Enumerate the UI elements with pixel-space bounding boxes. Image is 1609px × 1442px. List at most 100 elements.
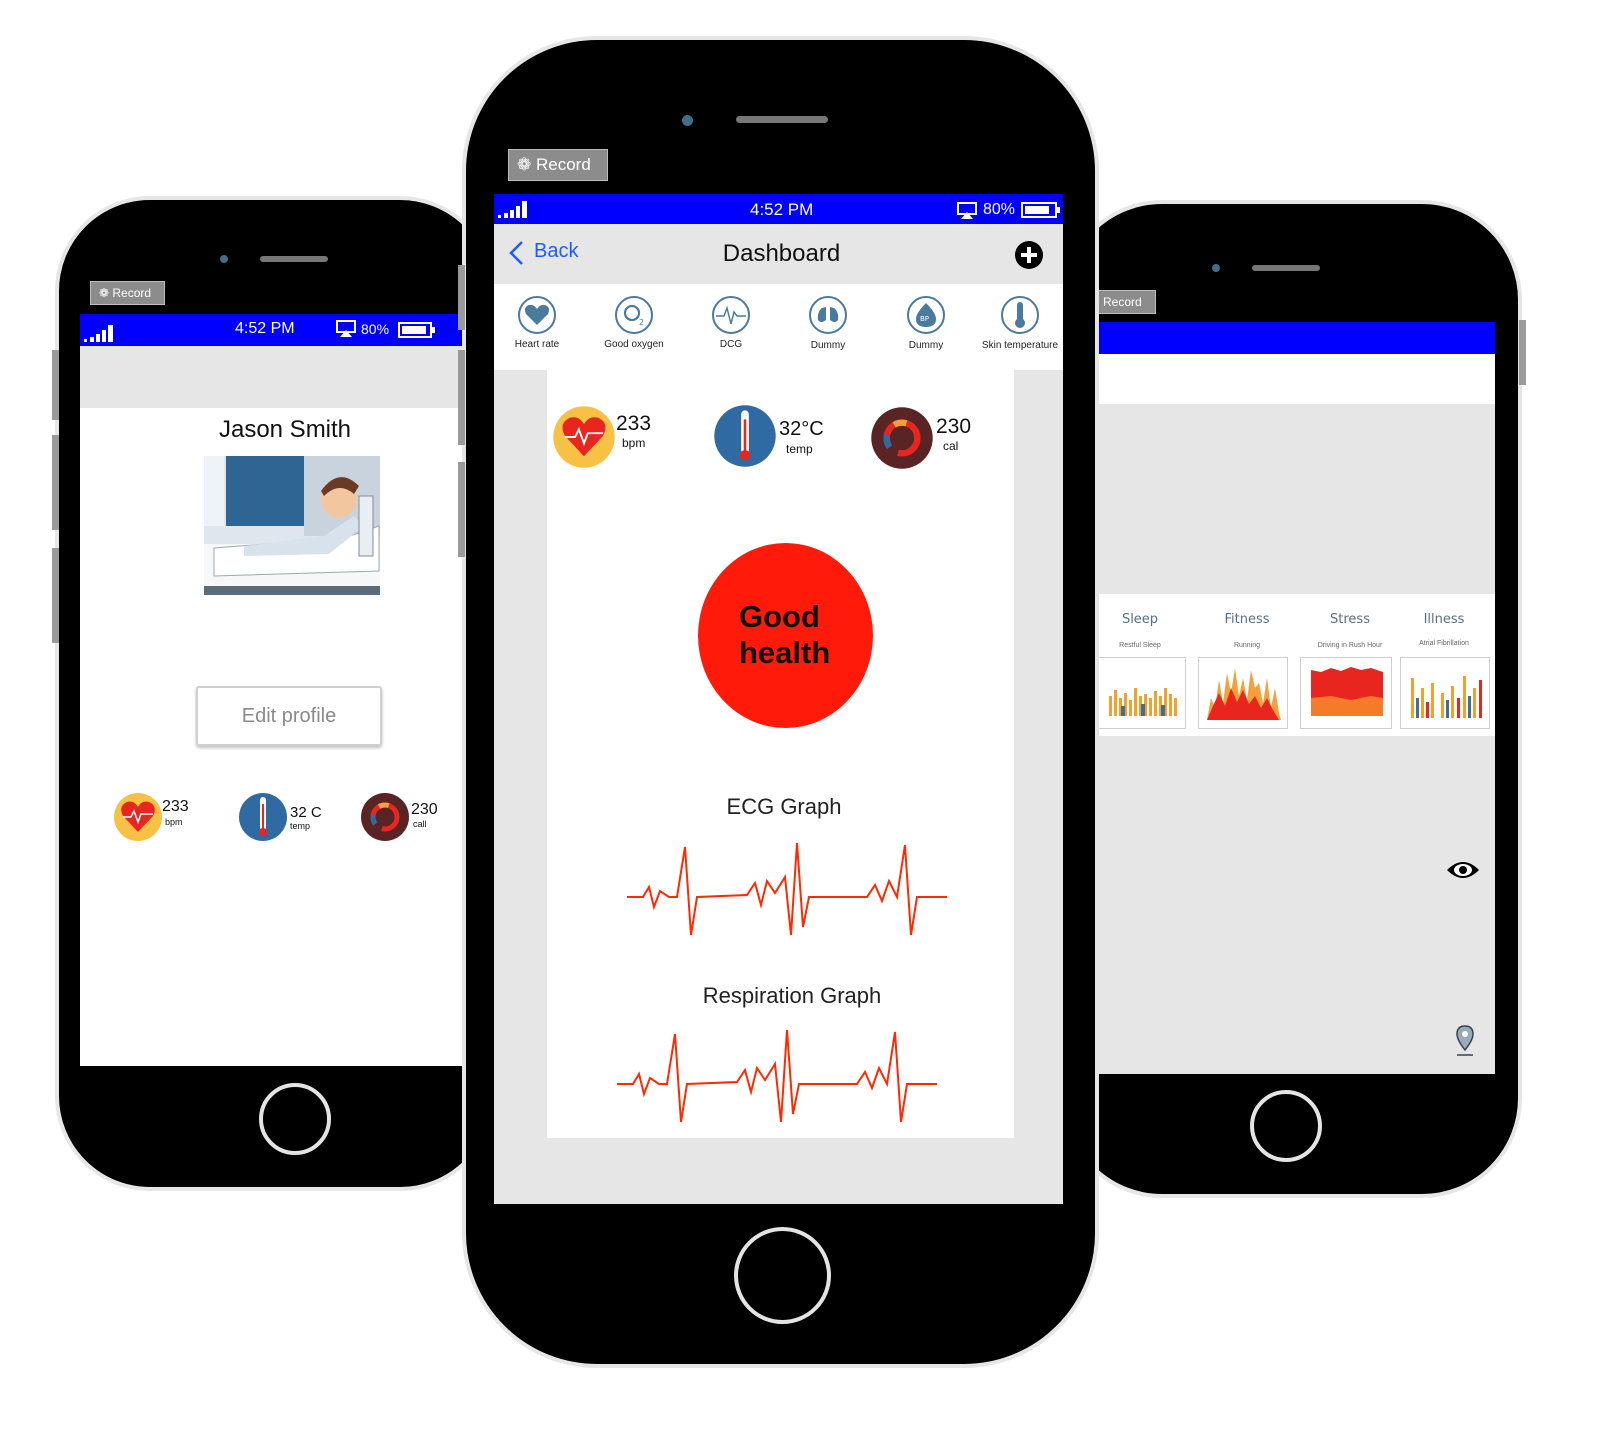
ecg-icon xyxy=(716,305,746,325)
location-pin-icon[interactable] xyxy=(1455,1024,1475,1058)
signal-icon xyxy=(84,325,113,342)
battery-icon xyxy=(398,322,435,338)
sensor-tab-dummy-bp[interactable]: BP Dummy xyxy=(883,284,979,364)
eye-icon[interactable] xyxy=(1445,857,1481,883)
metric-unit: bpm xyxy=(165,817,183,827)
stress-chart xyxy=(1311,667,1383,716)
sensor-tab-dcg[interactable]: DCG xyxy=(688,284,784,364)
sensor-tab-label: DCG xyxy=(719,339,743,350)
metric-value: 230 xyxy=(936,415,972,438)
sensor-tab-skin-temperature[interactable]: Skin temperature xyxy=(977,284,1063,364)
category-title: Sleep xyxy=(1121,612,1159,627)
battery-percent: 80% xyxy=(983,201,1016,218)
health-status-line1: Good xyxy=(739,599,820,634)
battery-percent: 80% xyxy=(361,321,390,337)
sensor-tab-label: Good oxygen xyxy=(604,339,664,350)
metric-unit: call xyxy=(413,819,427,829)
page-title: Dashboard xyxy=(722,240,841,267)
health-status-indicator[interactable]: Good health xyxy=(698,543,873,728)
sleep-chart xyxy=(1109,688,1177,716)
fitness-chart-card[interactable] xyxy=(1198,657,1288,729)
illness-chart-card[interactable] xyxy=(1400,657,1490,729)
ecg-graph-title: ECG Graph xyxy=(726,794,842,819)
left-phone-home-button[interactable] xyxy=(259,1083,331,1155)
patient-photo xyxy=(204,456,380,595)
right-phone-speaker xyxy=(1252,265,1320,271)
illness-chart xyxy=(1411,676,1482,718)
metric-value: 32°C xyxy=(779,418,824,440)
sensor-tab-label: Heart rate xyxy=(514,339,560,350)
center-phone-screen: 4:52 PM 80% Back Dashboard Heart rate 2 xyxy=(494,194,1063,1204)
metric-value: 230 xyxy=(411,801,438,818)
record-button[interactable]: ❁ Record xyxy=(508,149,608,181)
airplay-icon xyxy=(957,202,977,219)
category-subtitle: Atrial Fibrillation xyxy=(1419,640,1469,647)
respiration-graph xyxy=(617,1029,937,1123)
left-phone-speaker xyxy=(260,256,328,262)
left-phone-side-button xyxy=(52,350,59,420)
header-bar xyxy=(80,346,465,408)
sensor-tab-dummy-lungs[interactable]: Dummy xyxy=(785,284,881,364)
svg-text:BP: BP xyxy=(920,315,929,323)
sensor-tab-label: Dummy xyxy=(908,340,944,351)
sensor-tab-oxygen[interactable]: 2 Good oxygen xyxy=(591,284,687,364)
sensor-tab-label: Skin temperature xyxy=(981,340,1059,351)
category-title: Illness xyxy=(1423,612,1465,627)
metric-unit: cal xyxy=(943,439,959,453)
profile-name: Jason Smith xyxy=(218,416,352,443)
left-phone-screen: 4:52 PM 80% Jason Smith Edit profile 233… xyxy=(80,314,465,1066)
bp-icon: BP xyxy=(916,303,936,327)
center-phone-home-button[interactable] xyxy=(734,1227,831,1324)
sensor-tab-label: Dummy xyxy=(810,340,846,351)
right-phone-side-button xyxy=(1519,320,1526,385)
metric-unit: temp xyxy=(786,442,813,456)
lungs-icon xyxy=(817,307,839,322)
metric-value: 233 xyxy=(162,798,189,815)
thermometer-icon xyxy=(714,405,776,467)
right-phone-home-button[interactable] xyxy=(1250,1090,1322,1162)
edit-profile-button[interactable]: Edit profile xyxy=(196,686,382,746)
fitness-chart xyxy=(1207,668,1281,720)
record-button[interactable]: ❁ Record xyxy=(90,281,165,305)
sensor-tab-heart-rate[interactable]: Heart rate xyxy=(494,284,590,364)
stress-chart-card[interactable] xyxy=(1300,657,1392,729)
sleep-chart-card[interactable] xyxy=(1098,657,1186,729)
svg-text:2: 2 xyxy=(639,318,644,327)
heart-icon xyxy=(525,304,549,325)
metric-value: 32 C xyxy=(290,804,322,821)
center-phone-side-button xyxy=(458,265,465,330)
record-icon: ❁ xyxy=(517,155,536,174)
metric-unit: bpm xyxy=(622,436,646,450)
ecg-graph xyxy=(627,842,947,936)
category-subtitle: Driving in Rush Hour xyxy=(1317,642,1383,649)
right-phone-camera xyxy=(1212,264,1220,272)
dashboard-panel: 233 bpm 32°C temp 230 cal Good health EC… xyxy=(547,370,1014,1138)
category-title: Stress xyxy=(1330,612,1370,627)
category-subtitle: Restful Sleep xyxy=(1119,642,1161,649)
nav-bar: Back Dashboard xyxy=(494,224,1063,284)
battery-icon xyxy=(1021,202,1060,218)
left-phone-camera xyxy=(220,255,228,263)
metric-unit: temp xyxy=(290,821,311,831)
status-time: 4:52 PM xyxy=(750,200,814,219)
center-phone-speaker xyxy=(736,116,828,123)
record-button[interactable]: Record xyxy=(1092,290,1156,314)
status-bar: 4:52 PM 80% xyxy=(80,314,465,346)
category-subtitle: Running xyxy=(1233,642,1261,649)
category-title: Fitness xyxy=(1224,612,1270,627)
left-phone-side-button xyxy=(52,548,59,643)
thermometer-icon xyxy=(1015,302,1025,328)
status-bar xyxy=(1090,322,1495,354)
health-status-line2: health xyxy=(739,635,831,670)
calories-icon xyxy=(361,793,409,841)
record-icon: ❁ xyxy=(99,286,113,300)
calories-icon xyxy=(871,407,933,469)
respiration-graph-title: Respiration Graph xyxy=(702,983,882,1008)
thermometer-icon xyxy=(239,793,287,841)
heart-icon xyxy=(114,793,162,841)
oxygen-icon: 2 xyxy=(623,304,644,327)
heart-icon xyxy=(553,406,615,468)
center-phone-camera xyxy=(682,115,693,126)
add-icon[interactable] xyxy=(1014,240,1044,270)
status-time: 4:52 PM xyxy=(235,320,295,337)
